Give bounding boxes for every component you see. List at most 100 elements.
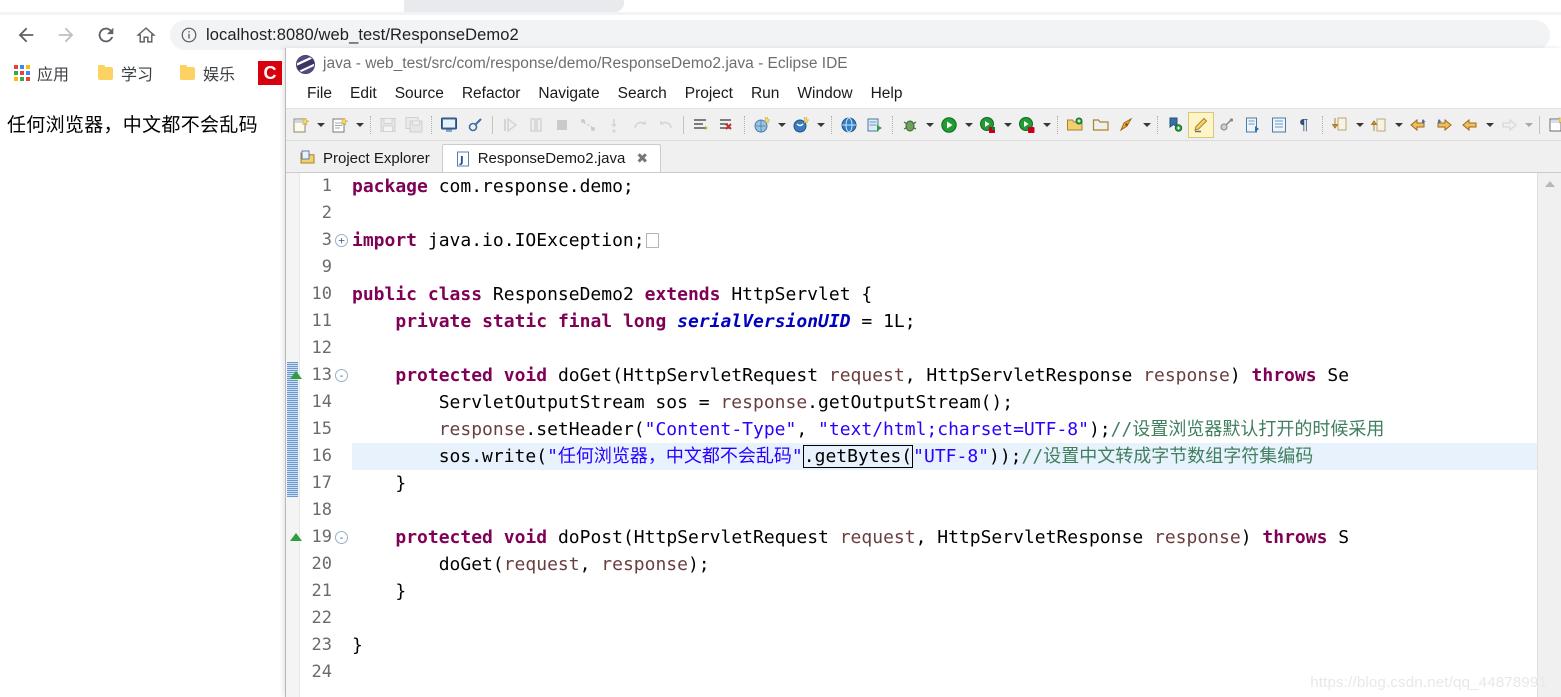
skip-breakpoints-icon[interactable]: [714, 112, 740, 138]
code-line[interactable]: [352, 254, 1537, 281]
chevron-down-icon[interactable]: [1040, 112, 1053, 138]
open-type-icon[interactable]: [1062, 112, 1088, 138]
toggle-mark-occurrences-icon[interactable]: [1162, 112, 1188, 138]
close-icon[interactable]: ✖: [636, 150, 648, 167]
code-line[interactable]: public class ResponseDemo2 extends HttpS…: [352, 281, 1537, 308]
suspend-icon[interactable]: [523, 112, 549, 138]
code-text-area[interactable]: package com.response.demo; import java.io…: [352, 173, 1537, 697]
chevron-down-icon[interactable]: [1140, 112, 1153, 138]
code-line[interactable]: }: [352, 632, 1537, 659]
scroll-up-icon[interactable]: [1545, 181, 1555, 187]
code-line[interactable]: response.setHeader("Content-Type", "text…: [352, 416, 1537, 443]
gutter-row[interactable]: 13-: [290, 362, 352, 389]
gutter-row[interactable]: 19-: [290, 524, 352, 551]
menu-search[interactable]: Search: [609, 83, 676, 105]
console-icon[interactable]: [436, 112, 462, 138]
step-return-icon[interactable]: [653, 112, 679, 138]
forward-icon[interactable]: [52, 21, 80, 49]
code-line[interactable]: doGet(request, response);: [352, 551, 1537, 578]
gutter-row[interactable]: 11: [300, 308, 352, 335]
menu-source[interactable]: Source: [386, 83, 453, 105]
gutter-row[interactable]: 9: [300, 254, 352, 281]
gutter-row[interactable]: 1: [300, 173, 352, 200]
chevron-down-icon[interactable]: [1001, 112, 1014, 138]
collapsed-imports-marker[interactable]: [645, 233, 659, 248]
chevron-down-icon[interactable]: [814, 112, 827, 138]
menu-edit[interactable]: Edit: [341, 83, 386, 105]
code-line[interactable]: sos.write("任何浏览器，中文都不会乱码".getBytes("UTF-…: [352, 443, 1537, 470]
menu-window[interactable]: Window: [788, 83, 861, 105]
previous-edit-icon[interactable]: [1457, 112, 1483, 138]
save-all-icon[interactable]: [401, 112, 427, 138]
chevron-down-icon[interactable]: [1483, 112, 1496, 138]
address-bar[interactable]: localhost:8080/web_test/ResponseDemo2: [170, 20, 1550, 50]
show-view-icon[interactable]: [1266, 112, 1292, 138]
reload-icon[interactable]: [92, 21, 120, 49]
save-icon[interactable]: [375, 112, 401, 138]
gutter-row[interactable]: 22: [300, 605, 352, 632]
chevron-down-icon[interactable]: [1353, 112, 1366, 138]
chevron-down-icon[interactable]: [923, 112, 936, 138]
bookmark-entertainment[interactable]: 娱乐: [180, 58, 235, 88]
code-editor[interactable]: 1 2 3 +9 10 11 12 13-14 15 16 17 18 19-20 21 22 23 24 pa…: [286, 172, 1561, 697]
bookmark-study[interactable]: 学习: [98, 58, 153, 88]
code-line[interactable]: [352, 497, 1537, 524]
forward-nav-icon[interactable]: [1431, 112, 1457, 138]
next-edit-icon[interactable]: [1496, 112, 1522, 138]
gutter-row[interactable]: 23: [300, 632, 352, 659]
code-line[interactable]: [352, 605, 1537, 632]
home-icon[interactable]: [132, 21, 160, 49]
new-debug-config-icon[interactable]: [749, 112, 775, 138]
tab-project-explorer[interactable]: Project Explorer: [288, 144, 442, 172]
gutter-row[interactable]: 15: [300, 416, 352, 443]
new-server-icon[interactable]: [788, 112, 814, 138]
gutter-row[interactable]: 16: [300, 443, 352, 470]
highlight-pen-icon[interactable]: [1188, 111, 1214, 138]
run-coverage-icon[interactable]: [975, 112, 1001, 138]
chevron-down-icon[interactable]: [353, 112, 366, 138]
code-line[interactable]: [352, 200, 1537, 227]
gutter-row[interactable]: 3 +: [300, 227, 352, 254]
search-icon[interactable]: [1114, 112, 1140, 138]
code-line[interactable]: protected void doPost(HttpServletRequest…: [352, 524, 1537, 551]
code-line[interactable]: import java.io.IOException;: [352, 227, 1537, 254]
next-member-down-icon[interactable]: [1327, 112, 1353, 138]
open-browser-icon[interactable]: [836, 112, 862, 138]
code-line[interactable]: ServletOutputStream sos = response.getOu…: [352, 389, 1537, 416]
chevron-down-icon[interactable]: [962, 112, 975, 138]
tab-responsedemo2-java[interactable]: J ResponseDemo2.java ✖: [441, 144, 662, 172]
step-into-icon[interactable]: [601, 112, 627, 138]
code-line[interactable]: [352, 659, 1537, 686]
next-annotation-icon[interactable]: [688, 112, 714, 138]
bookmark-c-site[interactable]: C: [258, 58, 282, 88]
gutter-row[interactable]: 24: [300, 659, 352, 686]
link-helper-icon[interactable]: [1214, 112, 1240, 138]
fold-collapse-icon[interactable]: -: [335, 369, 348, 382]
code-line[interactable]: [352, 335, 1537, 362]
fold-expand-icon[interactable]: +: [335, 234, 348, 247]
fold-collapse-icon[interactable]: -: [335, 531, 348, 544]
prev-member-up-icon[interactable]: [1366, 112, 1392, 138]
gutter-row[interactable]: 17: [300, 470, 352, 497]
code-line[interactable]: protected void doGet(HttpServletRequest …: [352, 362, 1537, 389]
build-icon[interactable]: [462, 112, 488, 138]
gutter-row[interactable]: 20: [300, 551, 352, 578]
run-icon[interactable]: [936, 112, 962, 138]
code-line[interactable]: }: [352, 470, 1537, 497]
chevron-down-icon[interactable]: [1392, 112, 1405, 138]
code-line[interactable]: }: [352, 578, 1537, 605]
open-task-icon[interactable]: [1088, 112, 1114, 138]
gutter-row[interactable]: 2: [300, 200, 352, 227]
menu-file[interactable]: File: [298, 83, 341, 105]
chevron-down-icon[interactable]: [775, 112, 788, 138]
terminate-icon[interactable]: [549, 112, 575, 138]
menu-help[interactable]: Help: [862, 83, 912, 105]
profile-icon[interactable]: [1014, 112, 1040, 138]
menu-run[interactable]: Run: [742, 83, 788, 105]
bookmark-apps[interactable]: 应用: [14, 58, 69, 88]
chevron-down-icon[interactable]: [314, 112, 327, 138]
gutter-row[interactable]: 18: [300, 497, 352, 524]
gutter-row[interactable]: 12: [300, 335, 352, 362]
gutter-row[interactable]: 10: [300, 281, 352, 308]
paragraph-icon[interactable]: ¶: [1292, 112, 1318, 138]
